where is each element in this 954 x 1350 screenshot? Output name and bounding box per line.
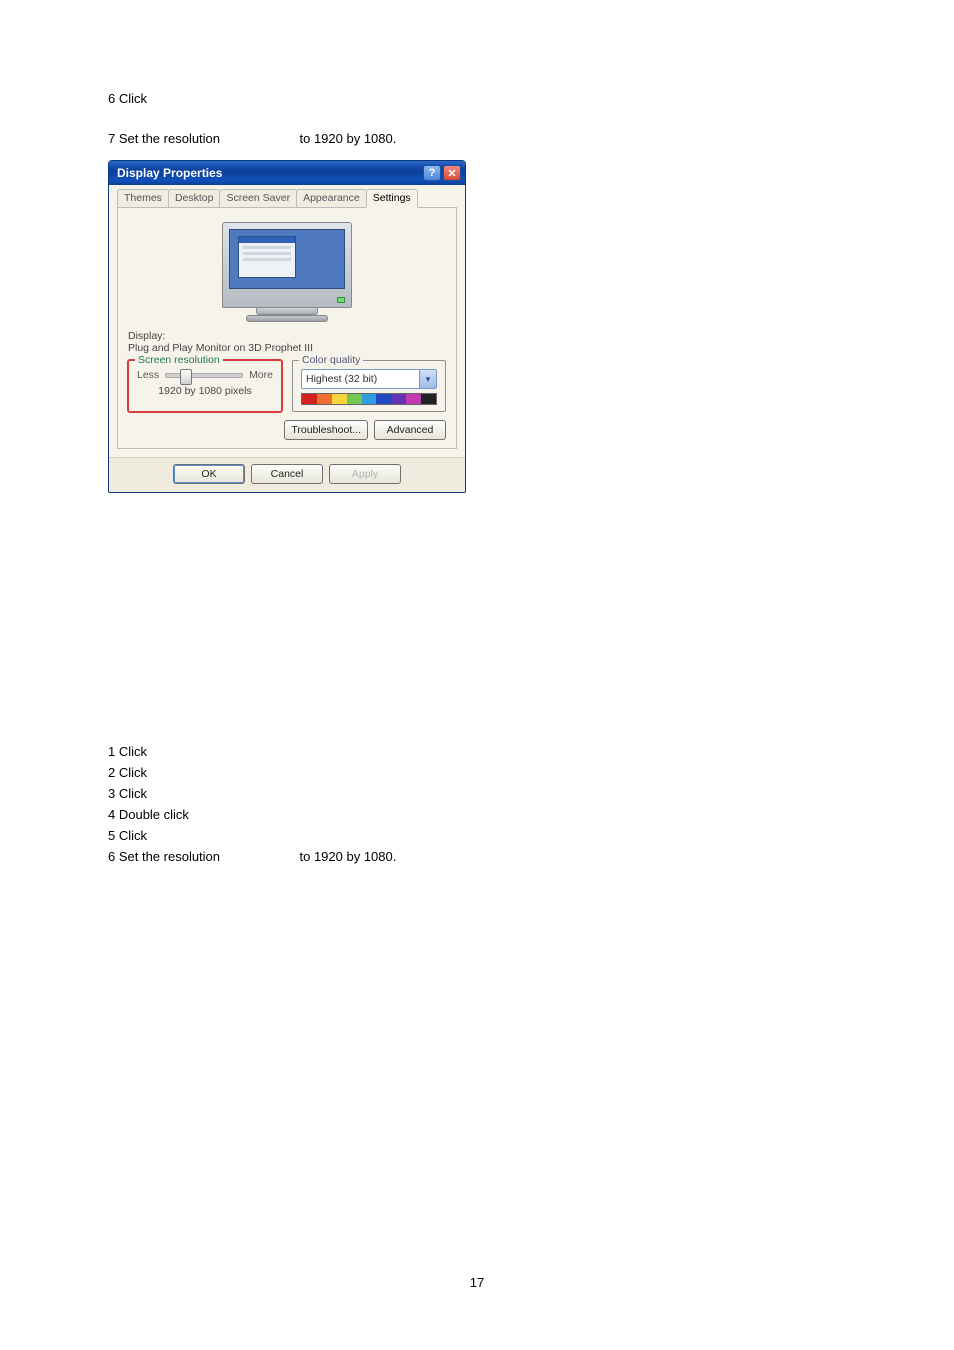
tab-appearance[interactable]: Appearance [296, 189, 367, 207]
step-6a: 6 Set the resolution [108, 849, 220, 864]
tab-themes[interactable]: Themes [117, 189, 169, 207]
color-swatch [362, 394, 377, 404]
step-6-top: 6 Click [108, 90, 844, 108]
tab-bar: Themes Desktop Screen Saver Appearance S… [117, 189, 457, 208]
tab-settings[interactable]: Settings [366, 189, 418, 208]
color-swatch [376, 394, 391, 404]
step-7-top-b: to 1920 by 1080. [300, 131, 397, 146]
close-icon[interactable]: ✕ [443, 165, 461, 181]
spacer [108, 110, 844, 128]
color-swatch [302, 394, 317, 404]
troubleshoot-button[interactable]: Troubleshoot... [284, 420, 368, 440]
display-properties-dialog: Display Properties ? ✕ Themes Desktop Sc… [108, 160, 466, 493]
chevron-down-icon[interactable]: ▾ [419, 370, 436, 388]
ok-button[interactable]: OK [173, 464, 245, 484]
color-swatch [347, 394, 362, 404]
color-quality-group: Color quality Highest (32 bit) ▾ [292, 360, 446, 412]
step-6: 6 Set the resolution to 1920 by 1080. [108, 848, 844, 866]
power-led-icon [337, 297, 345, 303]
step-7-top-a: 7 Set the resolution [108, 131, 220, 146]
slider-more-label: More [249, 369, 273, 381]
apply-button[interactable]: Apply [329, 464, 401, 484]
tab-desktop[interactable]: Desktop [168, 189, 221, 207]
screen-resolution-group: Screen resolution Less More 1920 by 1080… [128, 360, 282, 412]
display-label: Display: [128, 330, 446, 342]
step-4: 4 Double click [108, 806, 844, 824]
help-icon[interactable]: ? [423, 165, 441, 181]
color-swatch [421, 394, 436, 404]
tab-screensaver[interactable]: Screen Saver [219, 189, 297, 207]
slider-less-label: Less [137, 369, 159, 381]
titlebar[interactable]: Display Properties ? ✕ [109, 161, 465, 185]
color-swatch [391, 394, 406, 404]
page-number: 17 [0, 1275, 954, 1290]
slider-thumb[interactable] [180, 369, 192, 385]
step-1: 1 Click [108, 743, 844, 761]
cancel-button[interactable]: Cancel [251, 464, 323, 484]
monitor-preview [212, 222, 362, 322]
step-5: 5 Click [108, 827, 844, 845]
color-spectrum-strip [301, 393, 437, 405]
color-quality-dropdown[interactable]: Highest (32 bit) ▾ [301, 369, 437, 389]
step-2: 2 Click [108, 764, 844, 782]
settings-pane: Display: Plug and Play Monitor on 3D Pro… [117, 208, 457, 449]
advanced-button[interactable]: Advanced [374, 420, 446, 440]
step-6b: to 1920 by 1080. [300, 849, 397, 864]
color-swatch [317, 394, 332, 404]
dialog-title: Display Properties [117, 166, 222, 180]
color-quality-label: Color quality [299, 354, 363, 366]
display-description: Plug and Play Monitor on 3D Prophet III [128, 342, 446, 354]
color-quality-value: Highest (32 bit) [302, 373, 419, 385]
resolution-slider[interactable] [165, 373, 243, 378]
color-swatch [406, 394, 421, 404]
resolution-readout: 1920 by 1080 pixels [137, 385, 273, 397]
screen-resolution-label: Screen resolution [135, 354, 223, 366]
color-swatch [332, 394, 347, 404]
step-7-top: 7 Set the resolution to 1920 by 1080. [108, 130, 844, 148]
step-3: 3 Click [108, 785, 844, 803]
